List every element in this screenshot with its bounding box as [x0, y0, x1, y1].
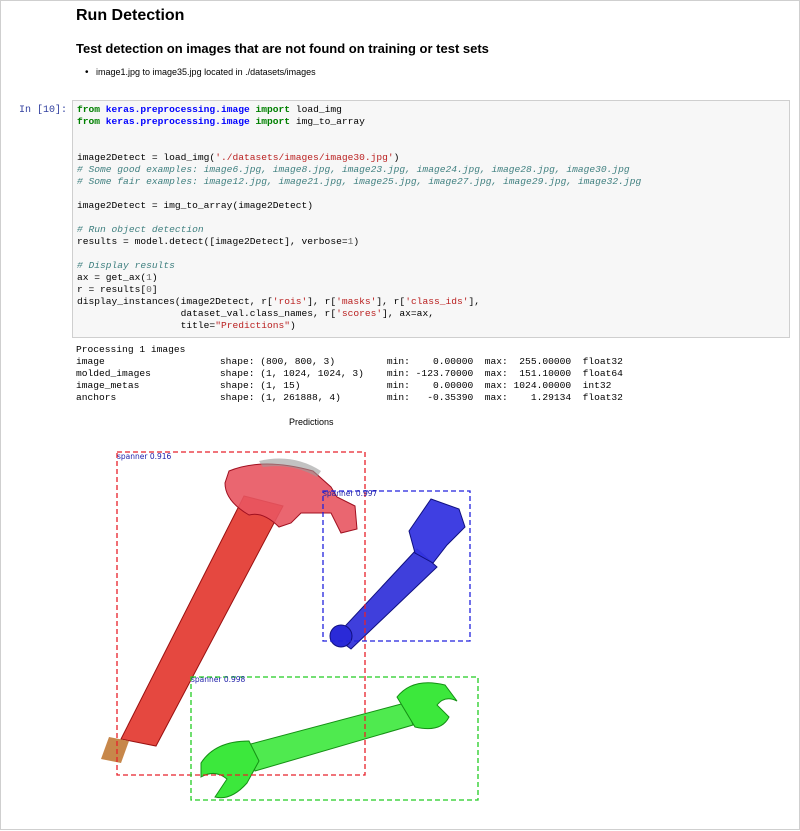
detection-label-3: spanner 0.998 [191, 675, 246, 684]
detection-label-2: spanner 0.997 [323, 489, 378, 498]
wrench-green-mask [200, 682, 458, 799]
hammer-mask [101, 458, 358, 763]
detection-label-1: spanner 0.916 [117, 452, 172, 461]
detection-plot: spanner 0.916 spanner 0.997 spanner 0.99… [101, 451, 479, 801]
